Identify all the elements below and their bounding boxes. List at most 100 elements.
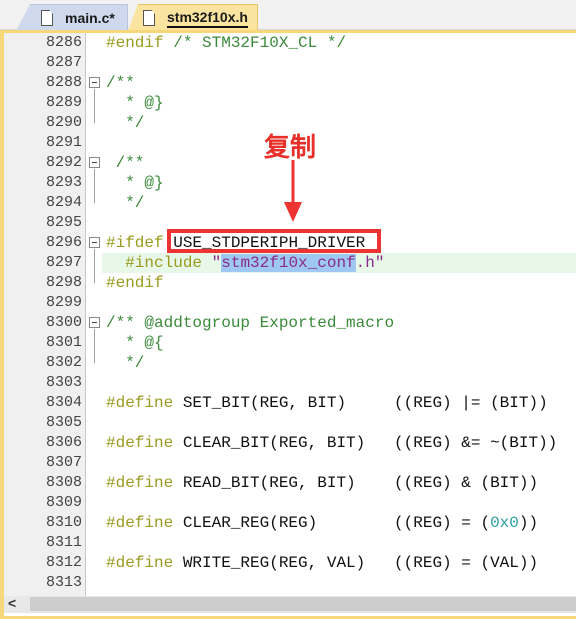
file-icon — [41, 10, 53, 26]
code-line: 8301 * @{ — [0, 333, 576, 353]
line-number: 8293 — [45, 174, 82, 191]
code-token: */ — [106, 194, 145, 212]
code-token: */ — [106, 354, 145, 372]
horizontal-scrollbar[interactable]: < — [4, 595, 576, 613]
code-token: * @} — [106, 174, 164, 192]
code-line: 8309 — [0, 493, 576, 513]
fold-toggle-icon[interactable] — [89, 77, 100, 88]
code-token: */ — [106, 114, 145, 132]
code-token: #define — [106, 394, 183, 412]
code-token: /** @addtogroup Exported_macro — [106, 314, 395, 332]
line-number: 8287 — [45, 54, 82, 71]
line-number: 8303 — [45, 374, 82, 391]
line-number: 8296 — [45, 234, 82, 251]
tab-stm32f10x-h[interactable]: stm32f10x.h — [128, 4, 258, 31]
line-number: 8309 — [45, 494, 82, 511]
line-number: 8302 — [45, 354, 82, 371]
line-number: 8312 — [45, 554, 82, 571]
annotation-box — [167, 229, 381, 253]
code-text: #include "stm32f10x_conf.h" — [102, 253, 576, 273]
line-number: 8289 — [45, 94, 82, 111]
line-number: 8294 — [45, 194, 82, 211]
code-line: 8304 #define SET_BIT(REG, BIT) ((REG) |= … — [0, 393, 576, 413]
tab-bar: main.c* stm32f10x.h — [0, 0, 576, 31]
code-text: #define READ_BIT(REG, BIT) ((REG) & (BIT… — [102, 473, 576, 493]
fold-guide — [94, 169, 95, 203]
code-token: * @} — [106, 94, 164, 112]
code-line: 8306 #define CLEAR_BIT(REG, BIT) ((REG) &… — [0, 433, 576, 453]
code-line: 8298 #endif — [0, 273, 576, 293]
code-text: /** — [102, 153, 576, 173]
line-number: 8313 — [45, 574, 82, 591]
line-number: 8286 — [45, 34, 82, 51]
code-text: /** @addtogroup Exported_macro — [102, 313, 576, 333]
code-text: #define CLEAR_BIT(REG, BIT) ((REG) &= ~(… — [102, 433, 576, 453]
line-number: 8305 — [45, 414, 82, 431]
line-number: 8288 — [45, 74, 82, 91]
line-number: 8298 — [45, 274, 82, 291]
code-token: #ifdef — [106, 234, 174, 252]
code-token: " — [211, 254, 222, 272]
line-number: 8307 — [45, 454, 82, 471]
code-text: * @} — [102, 93, 576, 113]
code-token: /* STM32F10X_CL */ — [173, 34, 347, 52]
code-line: 8303 — [0, 373, 576, 393]
code-text: */ — [102, 193, 576, 213]
code-text: */ — [102, 353, 576, 373]
tab-label: main.c* — [65, 10, 115, 26]
code-token: #endif — [106, 34, 174, 52]
code-token: )) — [518, 514, 539, 532]
line-number: 8301 — [45, 334, 82, 351]
code-token: /** — [106, 154, 145, 172]
code-text: * @} — [102, 173, 576, 193]
code-line: 8297 #include "stm32f10x_conf.h" — [0, 253, 576, 273]
line-number: 8291 — [45, 134, 82, 151]
code-line: 8311 — [0, 533, 576, 553]
fold-toggle-icon[interactable] — [89, 317, 100, 328]
code-line: 8307 — [0, 453, 576, 473]
code-text: * @{ — [102, 333, 576, 353]
code-token: .h" — [355, 254, 385, 272]
code-token: #include — [106, 254, 212, 272]
code-token: #define — [106, 434, 183, 452]
line-number: 8292 — [45, 154, 82, 171]
scrollbar-thumb[interactable] — [30, 597, 576, 611]
code-text: #define WRITE_REG(REG, VAL) ((REG) = (VA… — [102, 553, 576, 573]
line-number: 8306 — [45, 434, 82, 451]
code-token: #endif — [106, 274, 164, 292]
code-line: 8310 #define CLEAR_REG(REG) ((REG) = (0x0… — [0, 513, 576, 533]
code-token: #define — [106, 514, 183, 532]
line-number: 8310 — [45, 514, 82, 531]
file-icon — [143, 10, 155, 26]
code-line: 8312 #define WRITE_REG(REG, VAL) ((REG) =… — [0, 553, 576, 573]
line-number: 8295 — [45, 214, 82, 231]
fold-guide — [94, 89, 95, 123]
fold-toggle-icon[interactable] — [89, 157, 100, 168]
fold-guide — [94, 249, 95, 283]
code-token: SET_BIT(REG, BIT) ((REG) |= (BIT)) — [182, 394, 548, 412]
code-text: #define SET_BIT(REG, BIT) ((REG) |= (BIT… — [102, 393, 576, 413]
code-line: 8300 /** @addtogroup Exported_macro — [0, 313, 576, 333]
code-line: 8289 * @} — [0, 93, 576, 113]
line-number: 8308 — [45, 474, 82, 491]
fold-toggle-icon[interactable] — [89, 237, 100, 248]
code-token: WRITE_REG(REG, VAL) ((REG) = (VAL)) — [182, 554, 539, 572]
code-text: /** — [102, 73, 576, 93]
line-number: 8297 — [45, 254, 82, 271]
fold-guide — [94, 329, 95, 363]
code-line: 8305 — [0, 413, 576, 433]
code-token: READ_BIT(REG, BIT) ((REG) & (BIT)) — [182, 474, 539, 492]
code-line: 8287 — [0, 53, 576, 73]
code-token: /** — [106, 74, 135, 92]
code-token: CLEAR_BIT(REG, BIT) ((REG) &= ~(BIT)) — [182, 434, 558, 452]
code-line: 8299 — [0, 293, 576, 313]
line-number: 8299 — [45, 294, 82, 311]
tab-main-c[interactable]: main.c* — [16, 4, 128, 31]
code-token: * @{ — [106, 334, 164, 352]
line-number: 8311 — [45, 534, 82, 551]
scroll-left-icon[interactable]: < — [8, 595, 16, 611]
code-text: */ — [102, 113, 576, 133]
code-token: #define — [106, 474, 183, 492]
code-line: 8302 */ — [0, 353, 576, 373]
code-text: #define CLEAR_REG(REG) ((REG) = (0x0)) — [102, 513, 576, 533]
